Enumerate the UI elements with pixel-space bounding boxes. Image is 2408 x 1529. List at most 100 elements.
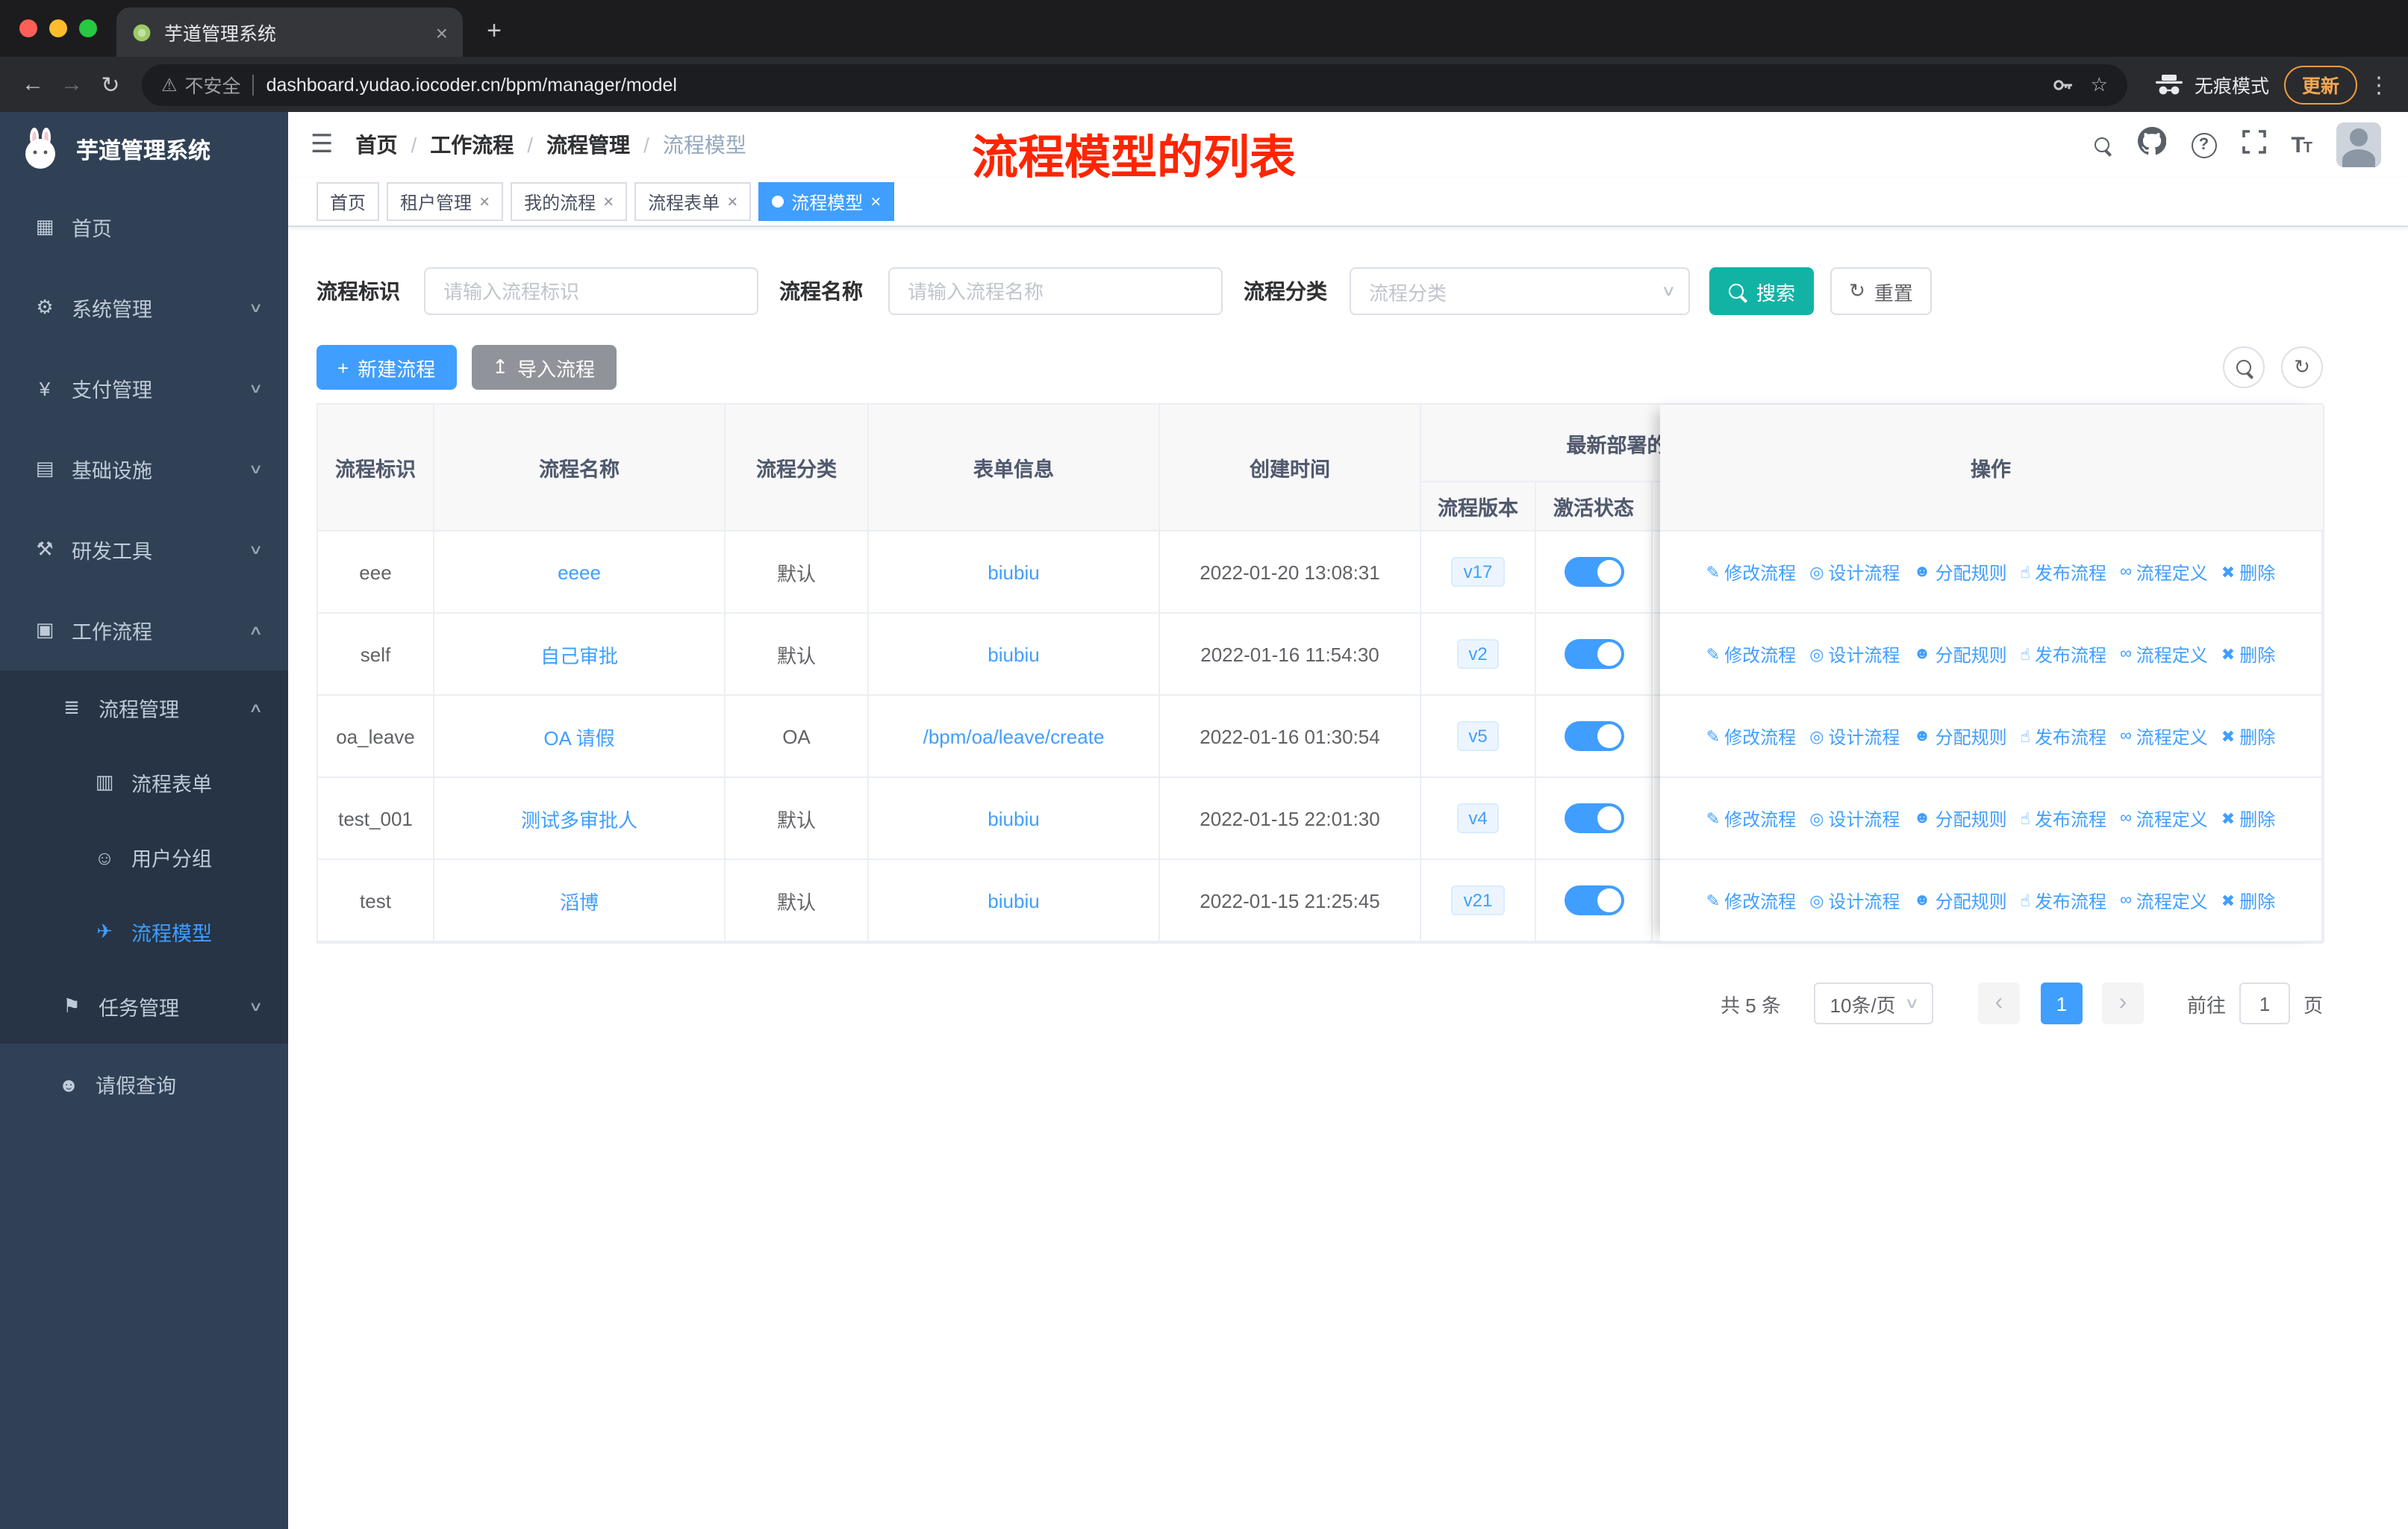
sidebar-item-user-group[interactable]: ☺ 用户分组 [0, 820, 288, 894]
tag-home[interactable]: 首页 [316, 182, 380, 221]
active-toggle[interactable] [1564, 803, 1623, 833]
design-process-action[interactable]: ◎ 设计流程 [1809, 559, 1900, 585]
sidebar-item-payment[interactable]: ¥ 支付管理 ∨ [0, 348, 288, 429]
form-link[interactable]: biubiu [988, 807, 1039, 829]
sidebar-item-workflow[interactable]: ▣ 工作流程 ∧ [0, 590, 288, 670]
minimize-window-button[interactable] [49, 19, 67, 37]
sidebar-item-home[interactable]: ▦ 首页 [0, 187, 288, 267]
active-toggle[interactable] [1564, 885, 1623, 915]
address-bar[interactable]: ⚠ 不安全 dashboard.yudao.iocoder.cn/bpm/man… [142, 63, 2127, 105]
update-browser-button[interactable]: 更新 [2283, 65, 2357, 104]
form-link[interactable]: /bpm/oa/leave/create [923, 725, 1105, 747]
process-definition-action[interactable]: ∞ 流程定义 [2120, 641, 2208, 667]
tag-process-model[interactable]: 流程模型 × [758, 182, 895, 221]
form-link[interactable]: biubiu [988, 889, 1039, 912]
edit-process-action[interactable]: ✎ 修改流程 [1706, 559, 1796, 585]
process-definition-action[interactable]: ∞ 流程定义 [2120, 723, 2208, 749]
page-size-select[interactable]: 10条/页 ∨ [1813, 983, 1933, 1024]
toggle-search-button[interactable] [2223, 346, 2265, 388]
design-process-action[interactable]: ◎ 设计流程 [1809, 723, 1900, 749]
close-window-button[interactable] [19, 19, 37, 37]
close-icon[interactable]: × [479, 191, 490, 212]
publish-process-action[interactable]: ☝ 发布流程 [2021, 888, 2106, 913]
prev-page-button[interactable]: ‹ [1977, 983, 2020, 1024]
avatar[interactable] [2336, 122, 2381, 167]
assign-rule-action[interactable]: ☻ 分配规则 [1913, 559, 2006, 585]
process-name-link[interactable]: 测试多审批人 [521, 809, 637, 831]
process-name-link[interactable]: 自己审批 [540, 644, 618, 667]
process-definition-action[interactable]: ∞ 流程定义 [2120, 888, 2208, 913]
forward-icon[interactable]: → [52, 65, 91, 104]
browser-tab[interactable]: 芋道管理系统 × [116, 7, 463, 57]
next-page-button[interactable]: › [2101, 983, 2144, 1024]
assign-rule-action[interactable]: ☻ 分配规则 [1913, 641, 2006, 667]
design-process-action[interactable]: ◎ 设计流程 [1809, 888, 1900, 913]
current-page-button[interactable]: 1 [2040, 983, 2083, 1024]
sidebar-item-devtools[interactable]: ⚒ 研发工具 ∨ [0, 509, 288, 590]
design-process-action[interactable]: ◎ 设计流程 [1809, 641, 1900, 667]
sidebar-item-process-model[interactable]: ✈ 流程模型 [0, 894, 288, 969]
import-process-button[interactable]: ↥ 导入流程 [471, 345, 617, 390]
active-toggle[interactable] [1564, 557, 1623, 587]
github-icon[interactable] [2137, 126, 2166, 163]
fullscreen-icon[interactable] [2242, 129, 2266, 161]
sidebar-item-infra[interactable]: ▤ 基础设施 ∨ [0, 429, 288, 509]
tag-my-process[interactable]: 我的流程 × [511, 182, 628, 221]
edit-process-action[interactable]: ✎ 修改流程 [1706, 806, 1796, 831]
process-definition-action[interactable]: ∞ 流程定义 [2120, 806, 2208, 831]
sidebar-item-system[interactable]: ⚙ 系统管理 ∨ [0, 267, 288, 348]
process-name-input[interactable] [888, 267, 1223, 315]
assign-rule-action[interactable]: ☻ 分配规则 [1913, 723, 2006, 749]
breadcrumb-home[interactable]: 首页 [356, 130, 398, 160]
category-select[interactable]: 流程分类 ∨ [1350, 267, 1690, 315]
process-name-link[interactable]: eeee [558, 561, 601, 583]
edit-process-action[interactable]: ✎ 修改流程 [1706, 723, 1796, 749]
sidebar-item-process-form[interactable]: ▥ 流程表单 [0, 745, 288, 820]
font-size-icon[interactable]: TT [2291, 132, 2312, 158]
process-key-input[interactable] [424, 267, 758, 315]
tab-close-icon[interactable]: × [436, 20, 448, 44]
close-icon[interactable]: × [727, 191, 737, 212]
hamburger-icon[interactable]: ☰ [311, 130, 334, 160]
publish-process-action[interactable]: ☝ 发布流程 [2021, 559, 2106, 585]
browser-menu-icon[interactable]: ⋮ [2368, 71, 2390, 98]
active-toggle[interactable] [1564, 639, 1623, 669]
process-name-link[interactable]: OA 请假 [543, 726, 614, 749]
goto-page-input[interactable] [2239, 983, 2290, 1024]
delete-action[interactable]: ✖ 删除 [2221, 641, 2275, 667]
design-process-action[interactable]: ◎ 设计流程 [1809, 806, 1900, 831]
process-definition-action[interactable]: ∞ 流程定义 [2120, 559, 2208, 585]
edit-process-action[interactable]: ✎ 修改流程 [1706, 641, 1796, 667]
back-icon[interactable]: ← [13, 65, 52, 104]
maximize-window-button[interactable] [79, 19, 97, 37]
tag-process-form[interactable]: 流程表单 × [634, 182, 752, 221]
refresh-table-button[interactable]: ↻ [2281, 346, 2323, 388]
publish-process-action[interactable]: ☝ 发布流程 [2021, 723, 2106, 749]
help-icon[interactable]: ? [2191, 132, 2217, 158]
new-tab-button[interactable]: + [475, 12, 514, 51]
publish-process-action[interactable]: ☝ 发布流程 [2021, 641, 2106, 667]
password-key-icon[interactable] [2052, 72, 2076, 96]
close-icon[interactable]: × [870, 191, 881, 212]
delete-action[interactable]: ✖ 删除 [2221, 806, 2275, 831]
search-button[interactable]: 搜索 [1709, 267, 1814, 315]
breadcrumb-workflow[interactable]: 工作流程 [430, 130, 514, 160]
publish-process-action[interactable]: ☝ 发布流程 [2021, 806, 2106, 831]
assign-rule-action[interactable]: ☻ 分配规则 [1913, 806, 2006, 831]
bookmark-star-icon[interactable]: ☆ [2091, 72, 2108, 96]
sidebar-item-leave-query[interactable]: ☻ 请假查询 [0, 1044, 288, 1124]
sidebar-item-task-mgmt[interactable]: ⚑ 任务管理 ∨ [0, 969, 288, 1044]
reload-icon[interactable]: ↻ [91, 65, 130, 104]
form-link[interactable]: biubiu [988, 643, 1039, 665]
delete-action[interactable]: ✖ 删除 [2221, 888, 2275, 913]
close-icon[interactable]: × [603, 191, 614, 212]
sidebar-item-process-mgmt[interactable]: ≣ 流程管理 ∧ [0, 670, 288, 745]
tag-tenant[interactable]: 租户管理 × [387, 182, 504, 221]
security-indicator[interactable]: ⚠ 不安全 [161, 70, 241, 99]
edit-process-action[interactable]: ✎ 修改流程 [1706, 888, 1796, 913]
delete-action[interactable]: ✖ 删除 [2221, 723, 2275, 749]
search-icon[interactable] [2092, 135, 2112, 155]
process-name-link[interactable]: 滔博 [560, 891, 599, 913]
assign-rule-action[interactable]: ☻ 分配规则 [1913, 888, 2006, 913]
form-link[interactable]: biubiu [988, 561, 1039, 583]
